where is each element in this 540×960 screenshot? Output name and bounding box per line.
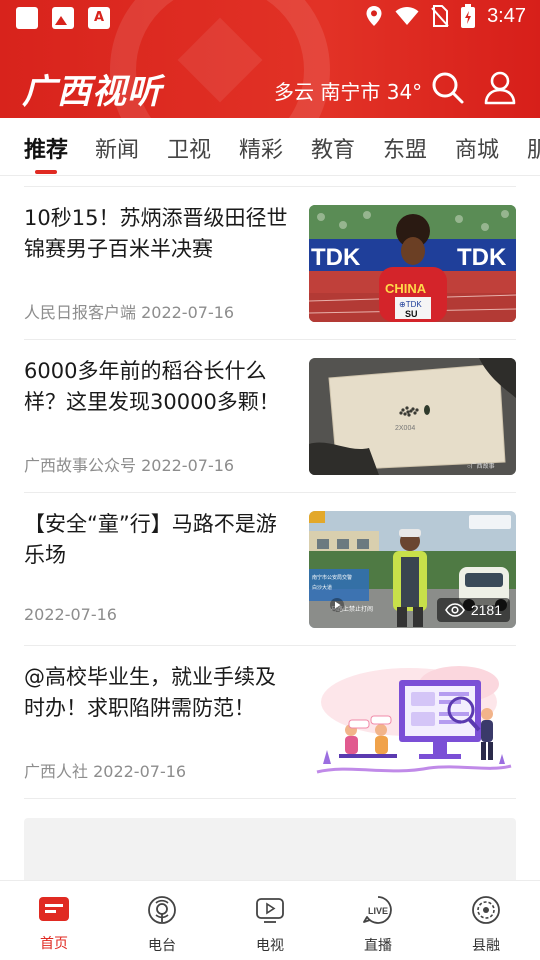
news-title: 10秒15！苏炳添晋级田径世锦赛男子百米半决赛	[24, 206, 288, 261]
svg-text:白沙大道: 白沙大道	[312, 584, 332, 591]
view-count: 2181	[470, 602, 502, 618]
svg-text:TDK: TDK	[311, 244, 361, 271]
news-thumbnail-job-illustration	[309, 664, 516, 781]
a-notification-icon: A	[88, 7, 110, 29]
news-meta: 广西人社 2022-07-16	[24, 762, 187, 781]
clock: 3:47	[487, 4, 526, 27]
svg-text:⊕TDK: ⊕TDK	[399, 300, 422, 309]
tab-satellite-tv[interactable]: 卫视	[167, 132, 211, 164]
nav-home[interactable]: 首页	[14, 895, 94, 953]
nav-tv[interactable]: 电视	[230, 895, 310, 955]
news-item[interactable]: 【安全“童”行】马路不是游乐场 2022-07-16 南宁市公安局交警 白沙大道…	[24, 493, 516, 646]
live-icon: LIVE	[363, 896, 392, 924]
nav-label: 电视	[256, 938, 284, 954]
tab-highlights[interactable]: 精彩	[239, 132, 283, 164]
news-thumbnail-rice-grains: 2X004 ○广西故事	[309, 358, 516, 475]
weather-info[interactable]: 多云 南宁市 34°	[274, 76, 422, 105]
tab-mall[interactable]: 商城	[455, 132, 499, 164]
svg-text:CHINA: CHINA	[385, 281, 427, 296]
nav-label: 县融	[472, 938, 500, 954]
svg-text:南宁市公安局交警: 南宁市公安局交警	[312, 574, 352, 581]
active-tab-indicator	[35, 170, 57, 174]
view-count-badge: 2181	[436, 598, 510, 622]
news-item[interactable]: @高校毕业生，就业手续及时办！求职陷阱需防范！ 广西人社 2022-07-16	[24, 646, 516, 799]
battery-charging-icon	[461, 4, 476, 28]
play-icon[interactable]	[329, 597, 345, 613]
nav-label: 首页	[40, 936, 68, 952]
wifi-icon	[395, 7, 419, 25]
svg-text:2X004: 2X004	[395, 425, 415, 432]
eye-icon	[444, 603, 465, 617]
svg-text:○广西故事: ○广西故事	[467, 462, 495, 470]
svg-text:SU: SU	[405, 309, 418, 319]
tab-news[interactable]: 新闻	[95, 132, 139, 164]
nav-live[interactable]: LIVE 直播	[338, 895, 418, 955]
news-meta: 广西故事公众号 2022-07-16	[24, 456, 235, 475]
home-icon	[39, 897, 69, 921]
nav-county[interactable]: 县融	[446, 895, 526, 955]
gallery-notification-icon	[52, 7, 74, 29]
news-item[interactable]: 6000多年前的稻谷长什么样？这里发现30000多颗！ 广西故事公众号 2022…	[24, 340, 516, 493]
svg-text:TDK: TDK	[457, 244, 507, 271]
no-sim-icon	[431, 5, 449, 27]
tab-education[interactable]: 教育	[311, 132, 355, 164]
status-bar: A 3:47	[0, 0, 540, 36]
category-tabs: 推荐 新闻 卫视 精彩 教育 东盟 商城 肌	[0, 118, 540, 176]
tab-asean[interactable]: 东盟	[383, 132, 427, 164]
nav-label: 电台	[148, 938, 176, 954]
news-title: 6000多年前的稻谷长什么样？这里发现30000多颗！	[24, 359, 280, 414]
news-meta: 人民日报客户端 2022-07-16	[24, 303, 235, 322]
user-profile-icon[interactable]	[482, 70, 518, 106]
app-logo: 广西视听	[22, 72, 162, 112]
location-icon	[366, 6, 382, 26]
radio-icon	[148, 896, 176, 924]
app-header: A 3:47 广西视听 多云 南宁市 34°	[0, 0, 540, 118]
county-icon	[472, 896, 500, 924]
tab-partial[interactable]: 肌	[527, 132, 540, 164]
news-video-thumbnail[interactable]: 南宁市公安局交警 白沙大道 马路上禁止打闹 2181	[309, 511, 516, 628]
news-title: @高校毕业生，就业手续及时办！求职陷阱需防范！	[24, 665, 276, 720]
news-item[interactable]: 10秒15！苏炳添晋级田径世锦赛男子百米半决赛 人民日报客户端 2022-07-…	[24, 187, 516, 340]
bottom-navigation: 首页 电台 电视 LIVE 直播 县融	[0, 880, 540, 960]
svg-text:LIVE: LIVE	[368, 906, 388, 916]
nav-radio[interactable]: 电台	[122, 895, 202, 955]
notification-app-icon	[16, 7, 38, 29]
news-meta: 2022-07-16	[24, 605, 117, 624]
news-thumbnail-sprinter: TDK TDK CHINA ⊕TDK SU	[309, 205, 516, 322]
news-title: 【安全“童”行】马路不是游乐场	[24, 512, 277, 567]
search-icon[interactable]	[430, 70, 466, 106]
nav-label: 直播	[364, 938, 392, 954]
tv-icon	[256, 898, 284, 923]
tab-recommend[interactable]: 推荐	[24, 132, 68, 164]
